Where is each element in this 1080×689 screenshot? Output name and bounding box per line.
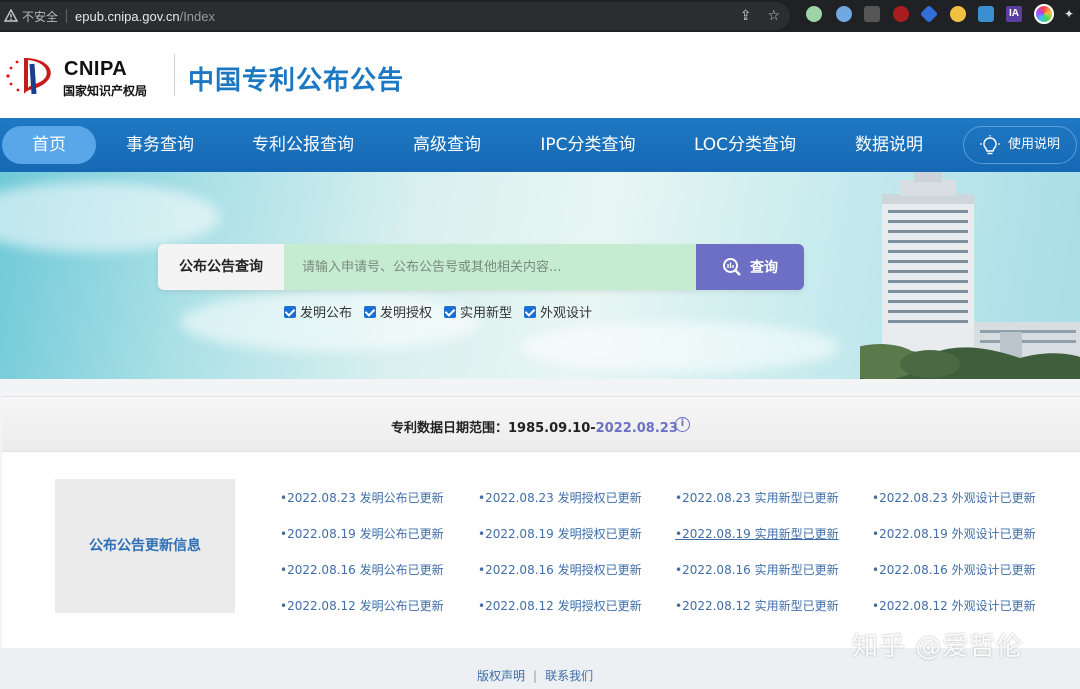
update-link[interactable]: •2022.08.23 外观设计已更新 (872, 489, 1036, 506)
share-icon[interactable]: ⇪ (740, 8, 752, 24)
update-link-hovered[interactable]: •2022.08.19 实用新型已更新 (675, 525, 839, 542)
url-host[interactable]: epub.cnipa.gov.cn (75, 9, 180, 24)
update-link[interactable]: •2022.08.16 发明公布已更新 (280, 561, 444, 578)
extension-ia-icon[interactable]: IA (1006, 6, 1022, 22)
cnipa-building-image (860, 172, 1080, 379)
filter-label: 发明授权 (380, 306, 433, 321)
update-link[interactable]: •2022.08.19 外观设计已更新 (872, 525, 1036, 542)
search-scope-label: 公布公告查询 (158, 244, 284, 290)
banner-cloud (180, 292, 480, 352)
extension-blue-diamond-icon[interactable] (919, 4, 939, 24)
filter-label: 发明公布 (300, 306, 353, 321)
update-link[interactable]: •2022.08.16 发明授权已更新 (478, 561, 642, 578)
filter-design[interactable]: 外观设计 (524, 302, 592, 321)
update-link[interactable]: •2022.08.19 发明授权已更新 (478, 525, 642, 542)
extension-yellow-icon[interactable] (950, 6, 966, 22)
address-divider (66, 9, 68, 23)
updates-panel: 公布公告更新信息 •2022.08.23 发明公布已更新 •2022.08.23… (2, 452, 1080, 648)
help-button-label: 使用说明 (1008, 137, 1061, 152)
bookmark-star-icon[interactable]: ☆ (767, 8, 780, 24)
update-link[interactable]: •2022.08.12 发明授权已更新 (478, 597, 642, 614)
update-link[interactable]: •2022.08.12 外观设计已更新 (872, 597, 1036, 614)
search-banner: 公布公告查询 查询 发明公布 发明授权 实用新型 外 (0, 172, 1080, 379)
filter-invention-grant[interactable]: 发明授权 (364, 302, 432, 321)
extension-ublock-icon[interactable] (893, 6, 909, 22)
search-button-label: 查询 (750, 260, 778, 276)
warning-icon[interactable] (4, 9, 18, 23)
extension-compass-icon[interactable] (836, 6, 852, 22)
address-bar-actions: ⇪ ☆ (740, 8, 780, 24)
address-bar[interactable]: 不安全 epub.cnipa.gov.cn/Index ⇪ ☆ (0, 2, 790, 30)
zhihu-watermark: 知乎 @爱哲伦 (852, 632, 1024, 662)
data-range-end-date: 2022.08.23 (595, 421, 678, 436)
updates-title: 公布公告更新信息 (55, 479, 235, 613)
help-button[interactable]: 使用说明 (963, 126, 1077, 164)
banner-cloud (520, 322, 840, 372)
logo-chinese-name: 国家知识产权局 (63, 84, 148, 98)
site-title: 中国专利公布公告 (188, 66, 405, 96)
search-box: 公布公告查询 查询 (158, 244, 804, 290)
nav-item-home[interactable]: 首页 (2, 126, 96, 164)
update-link[interactable]: •2022.08.23 发明公布已更新 (280, 489, 444, 506)
lightbulb-icon (980, 135, 1000, 155)
update-link[interactable]: •2022.08.16 实用新型已更新 (675, 561, 839, 578)
nav-item-ipc-query[interactable]: IPC分类查询 (528, 126, 648, 164)
search-icon (723, 258, 741, 276)
update-link[interactable]: •2022.08.16 外观设计已更新 (872, 561, 1036, 578)
filter-label: 实用新型 (460, 306, 513, 321)
checkbox-checked-icon[interactable] (524, 305, 537, 318)
extension-reader-icon[interactable] (864, 6, 880, 22)
header-divider (174, 54, 175, 96)
checkbox-checked-icon[interactable] (284, 305, 296, 318)
filter-label: 外观设计 (540, 306, 593, 321)
checkbox-checked-icon[interactable] (444, 305, 457, 318)
update-link[interactable]: •2022.08.19 发明公布已更新 (280, 525, 444, 542)
footer-links: 版权声明 | 联系我们 (477, 667, 593, 684)
profile-avatar[interactable] (1034, 4, 1054, 24)
cnipa-logo-icon[interactable] (4, 54, 60, 98)
banner-cloud (0, 182, 220, 252)
filter-invention-publication[interactable]: 发明公布 (284, 302, 352, 321)
search-button[interactable]: 查询 (696, 244, 804, 290)
filter-utility-model[interactable]: 实用新型 (444, 302, 512, 321)
extension-green-icon[interactable] (806, 6, 822, 22)
browser-toolbar: 不安全 epub.cnipa.gov.cn/Index ⇪ ☆ IA ✦ (0, 0, 1080, 32)
main-nav: 首页 事务查询 专利公报查询 高级查询 IPC分类查询 LOC分类查询 数据说明… (0, 118, 1080, 172)
data-range-bar: 专利数据日期范围：1985.09.10-2022.08.23 i (2, 396, 1080, 452)
nav-item-loc-query[interactable]: LOC分类查询 (680, 126, 810, 164)
nav-item-data-description[interactable]: 数据说明 (840, 126, 938, 164)
nav-item-gazette-query[interactable]: 专利公报查询 (240, 126, 366, 164)
footer-contact-link[interactable]: 联系我们 (545, 669, 593, 683)
nav-item-advanced-query[interactable]: 高级查询 (398, 126, 496, 164)
extension-e-icon[interactable] (978, 6, 994, 22)
logo-abbreviation: CNIPA (64, 58, 128, 80)
search-filters: 发明公布 发明授权 实用新型 外观设计 (284, 302, 592, 321)
search-input[interactable] (284, 244, 696, 290)
update-link[interactable]: •2022.08.12 实用新型已更新 (675, 597, 839, 614)
data-range-text: 专利数据日期范围：1985.09.10-2022.08.23 (391, 417, 678, 436)
update-link[interactable]: •2022.08.23 实用新型已更新 (675, 489, 839, 506)
extensions-puzzle-icon[interactable]: ✦ (1064, 6, 1080, 22)
insecure-label[interactable]: 不安全 (22, 8, 58, 25)
footer-copyright-link[interactable]: 版权声明 (477, 669, 525, 683)
footer-separator: | (533, 669, 538, 683)
site-header: CNIPA 国家知识产权局 中国专利公布公告 (0, 32, 1080, 118)
checkbox-checked-icon[interactable] (364, 305, 377, 318)
info-icon[interactable]: i (675, 417, 690, 432)
update-link[interactable]: •2022.08.23 发明授权已更新 (478, 489, 642, 506)
data-range-prefix: 专利数据日期范围：1985.09.10- (391, 421, 596, 436)
update-link[interactable]: •2022.08.12 发明公布已更新 (280, 597, 444, 614)
nav-item-affairs-query[interactable]: 事务查询 (110, 126, 210, 164)
url-path[interactable]: /Index (180, 9, 215, 24)
